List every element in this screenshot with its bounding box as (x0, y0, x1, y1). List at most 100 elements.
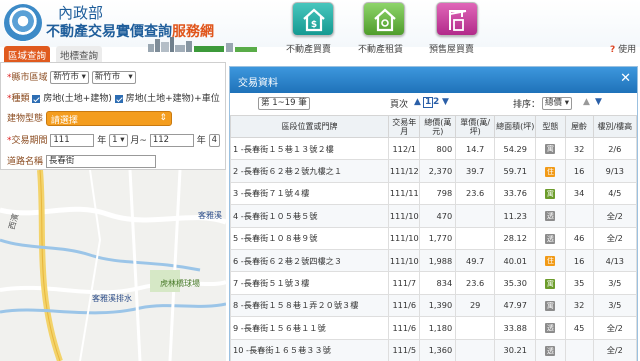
row-total-price: 1,988 (419, 248, 457, 273)
district-select[interactable]: 新竹市 ▾ (91, 71, 136, 84)
row-floor: 3/5 (592, 293, 638, 318)
row-total-price: 2,370 (419, 159, 457, 183)
sort-select[interactable]: 總價 ▾ (542, 97, 572, 110)
column-header[interactable]: 型態 (535, 115, 566, 138)
nav-rent-button[interactable] (363, 2, 405, 36)
row-unit-price: 29 (455, 293, 496, 318)
road-input[interactable]: 長春街 (45, 155, 156, 168)
row-address: 3 -長春街７１號４樓 (229, 181, 390, 206)
row-address: 7 -長春街５１號３樓 (229, 271, 390, 295)
type-parking-checkbox[interactable] (114, 94, 123, 103)
row-date: 111/12 (388, 159, 421, 183)
row-age: 46 (564, 226, 594, 250)
nav-presale-button[interactable] (436, 2, 478, 36)
apt-type-icon: 寓 (545, 300, 556, 311)
road-row: 道路名稱 長春街 (7, 154, 156, 168)
record-range-select[interactable]: 第 1~19 筆 (258, 97, 310, 110)
row-address: 8 -長春街１５８巷１弄２０號３樓 (229, 293, 390, 318)
row-floor: 全/2 (592, 226, 638, 250)
nav-sale-button[interactable]: $ (292, 2, 334, 36)
row-date: 111/5 (388, 338, 421, 361)
row-area: 35.30 (494, 271, 537, 295)
column-header[interactable]: 交易年月 (388, 115, 421, 138)
road-label: 道路名稱 (7, 157, 44, 167)
tab-area-search[interactable]: 區域查詢 (4, 46, 51, 62)
nav-sale-label[interactable]: 不動產買賣 (286, 42, 331, 55)
period-row: *交易期間 111 年 1 ▾ 月~ 112 年 4 (7, 133, 221, 147)
column-header[interactable]: 單價(萬/坪) (455, 115, 496, 138)
help-link[interactable]: ? 使用 (610, 42, 636, 55)
type-house-checkbox[interactable] (32, 94, 41, 103)
shop-type-icon: 住 (545, 166, 556, 177)
prev-page-icon[interactable]: ▲ (414, 97, 421, 107)
row-area: 54.29 (494, 136, 537, 161)
svg-text:$: $ (311, 20, 317, 30)
table-row[interactable]: 8 -長春街１５８巷１弄２０號３樓 111/6 1,390 29 47.97 寓 32 3/5 (229, 293, 638, 318)
nav-presale-label[interactable]: 預售屋買賣 (429, 42, 474, 55)
table-row[interactable]: 1 -長春街１５巷１３號２樓 112/1 800 14.7 54.29 寓 32 2/6 (229, 136, 638, 161)
table-row[interactable]: 3 -長春街７１號４樓 111/11 798 23.6 33.76 寓 34 4/5 (229, 181, 638, 206)
filter-panel: *縣市區域 新竹市 ▾ 新竹市 ▾ *種類 房地(土地+建物) 房地(土地+建物… (0, 62, 226, 170)
map-label-c: 客雅溪排水 (92, 293, 132, 303)
table-row[interactable]: 4 -長春街１０５巷５號 111/10 470 11.23 透 全/2 (229, 204, 638, 228)
map-label-b: 虎林橋球場 (160, 278, 200, 288)
apt-type-icon: 透 (545, 211, 556, 222)
column-header[interactable]: 總面積(坪) (494, 115, 537, 138)
house-dollar-icon: $ (303, 8, 325, 32)
nav-rent-label[interactable]: 不動產租賃 (358, 42, 403, 55)
row-type: 寓 (535, 271, 566, 295)
row-total-price: 1,770 (419, 226, 457, 250)
page-current[interactable]: 1 (423, 97, 434, 108)
city-select[interactable]: 新竹市 ▾ (50, 71, 89, 84)
row-unit-price: 49.7 (455, 248, 496, 273)
table-row[interactable]: 2 -長春街６２巷２號九樓之１ 111/12 2,370 39.7 59.71 住 16 9/… (229, 159, 638, 183)
row-age: 32 (564, 293, 594, 318)
month-to-select[interactable]: 4 (208, 134, 221, 147)
sort-desc-icon[interactable]: ▼ (595, 97, 602, 107)
row-area: 28.12 (494, 226, 537, 250)
row-total-price: 1,390 (419, 293, 457, 318)
city-label: 縣市區域 (11, 73, 48, 83)
site-header: 內政部 不動產交易實價查詢服務網 $ 不動產買賣 不動產租賃 預售屋買賣 ? 使… (0, 0, 640, 55)
row-unit-price: 23.6 (455, 181, 496, 206)
building-type-select[interactable]: 請選擇 ⇕ (45, 111, 172, 126)
building-type-label: 建物型態 (7, 114, 44, 124)
type-label: 種類 (11, 94, 30, 104)
row-area: 30.21 (494, 338, 537, 361)
column-header[interactable]: 樓別/樓高 (592, 115, 638, 138)
row-total-price: 1,180 (419, 316, 457, 340)
map-canvas[interactable]: 客雅溪 虎林橋球場 客雅溪排水 西濱 (0, 170, 226, 361)
city-row: *縣市區域 新竹市 ▾ 新竹市 ▾ (7, 70, 136, 84)
month-from-select[interactable]: 1 ▾ (109, 134, 128, 147)
column-header[interactable]: 區段位置或門牌 (229, 115, 390, 138)
map-label-d: 西濱 (6, 212, 20, 230)
year-to-input[interactable]: 112 (149, 134, 194, 147)
row-unit-price (455, 338, 496, 361)
sort-asc-icon[interactable]: ▲ (583, 97, 590, 107)
column-header[interactable]: 總價(萬元) (419, 115, 457, 138)
row-date: 111/10 (388, 248, 421, 273)
close-icon[interactable]: ✕ (620, 71, 631, 86)
row-floor: 全/2 (592, 204, 638, 228)
tab-landmark-search[interactable]: 地標查詢 (56, 46, 103, 62)
period-label: 交易期間 (11, 136, 48, 146)
row-age: 16 (564, 159, 594, 183)
table-row[interactable]: 7 -長春街５１號３樓 111/7 834 23.6 35.30 寓 35 3/5 (229, 271, 638, 295)
table-row[interactable]: 10 -長春街１６５巷３３號 111/5 1,360 30.21 透 全/2 (229, 338, 638, 361)
page-next[interactable]: 2 (433, 97, 439, 107)
sort-label: 排序： (513, 100, 541, 110)
next-page-icon[interactable]: ▼ (442, 97, 449, 107)
row-floor: 全/2 (592, 316, 638, 340)
row-floor: 3/5 (592, 271, 638, 295)
column-header[interactable]: 屋齡 (564, 115, 594, 138)
table-header-row: 區段位置或門牌 交易年月 總價(萬元) 單價(萬/坪) 總面積(坪) 型態 屋齡 樓別/樓高 (229, 115, 638, 138)
dialog-title: 交易資料 (238, 78, 278, 89)
year-from-input[interactable]: 111 (50, 134, 95, 147)
row-type: 透 (535, 316, 566, 340)
table-row[interactable]: 9 -長春街１５６巷１１號 111/6 1,180 33.88 透 45 全/2 (229, 316, 638, 340)
row-type: 寓 (535, 293, 566, 318)
table-row[interactable]: 5 -長春街１０８巷９號 111/10 1,770 28.12 透 46 全/2 (229, 226, 638, 250)
table-row[interactable]: 6 -長春街６２巷２號四樓之３ 111/10 1,988 49.7 40.01 住 16 4/… (229, 248, 638, 273)
row-date: 111/10 (388, 204, 421, 228)
type-parking-label: 房地(土地+建物)+車位 (125, 94, 220, 104)
